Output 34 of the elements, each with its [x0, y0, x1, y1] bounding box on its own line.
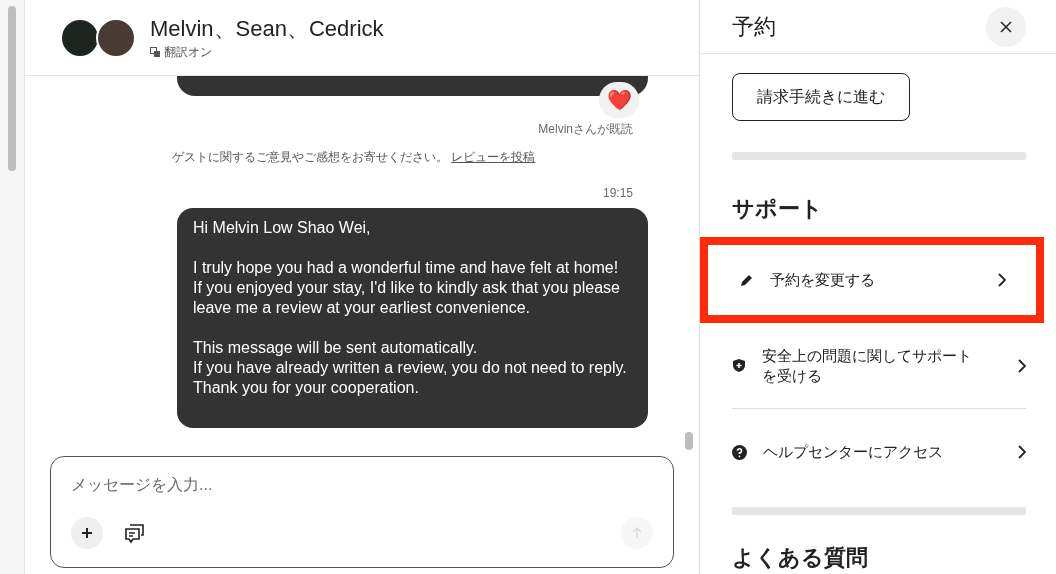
translate-icon — [150, 46, 160, 57]
support-item[interactable]: 安全上の問題に関してサポートを受ける — [732, 323, 1026, 409]
chat-bubbles-icon[interactable] — [123, 521, 147, 545]
plus-icon — [81, 527, 93, 539]
heart-reaction[interactable]: ❤ — [599, 82, 639, 118]
section-heading: サポート — [732, 195, 824, 223]
chevron-right-icon — [1018, 445, 1026, 459]
scrollbar-thumb[interactable] — [8, 6, 16, 171]
add-button[interactable] — [71, 517, 103, 549]
close-icon — [1000, 20, 1012, 33]
section-heading: よくある質問 — [732, 544, 869, 572]
pencil-icon — [740, 273, 754, 287]
arrow-up-icon — [631, 527, 643, 539]
chevron-right-icon — [998, 273, 1006, 287]
shield-icon — [732, 358, 746, 373]
close-button[interactable] — [986, 6, 1026, 47]
panel-title: 予約 — [732, 13, 776, 41]
message-composer[interactable]: メッセージを入力... — [50, 456, 674, 568]
message-text: Hi Melvin Low Shao Wei, — [193, 218, 372, 238]
message-text: I truly hope you had a wonderful time and have felt at home! If you enjoyed your stay, I'd like to kindly ask that you please leave me a review at your earliest convenience. — [193, 258, 621, 318]
message-input[interactable]: メッセージを入力... — [71, 473, 653, 497]
help-icon — [732, 444, 747, 460]
message-text: This message will be sent automatically. If you have already written a review, you do not need to reply. Thank you for your cooperation. — [193, 338, 628, 398]
scrollbar-thumb[interactable] — [685, 432, 693, 450]
read-receipt: Melvinさんが既読 — [538, 121, 633, 138]
support-item[interactable]: 予約を変更する — [700, 237, 1044, 323]
review-link[interactable]: レビューを投稿 — [451, 150, 536, 164]
conversation-title: Melvin、Sean、Cedrick — [150, 14, 384, 43]
translation-status: 翻訳オン — [164, 43, 212, 61]
support-item[interactable]: ヘルプセンターにアクセス — [732, 409, 1026, 495]
proceed-button[interactable]: 請求手続きに進む — [732, 73, 910, 121]
chevron-right-icon — [1018, 358, 1026, 373]
review-notice: ゲストに関するご意見やご感想をお寄せください。 レビューを投稿 — [172, 149, 537, 166]
message-time: 19:15 — [602, 185, 633, 202]
